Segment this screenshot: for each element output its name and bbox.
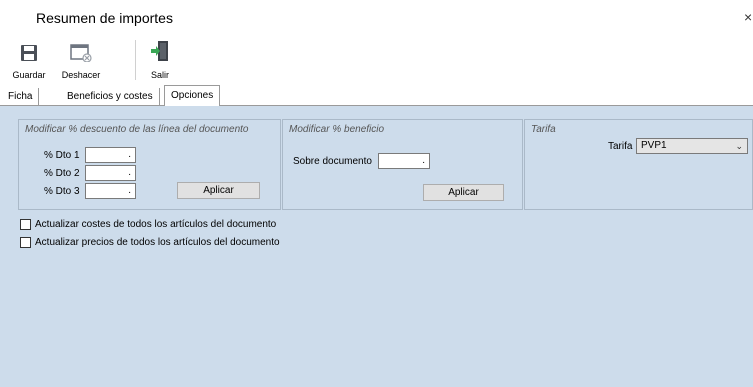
sobre-documento-label: Sobre documento <box>293 156 372 167</box>
tarifa-selected-value: PVP1 <box>641 140 667 151</box>
tab-beneficios-y-costes[interactable]: Beneficios y costes <box>61 88 160 106</box>
dto2-input[interactable]: . <box>85 165 136 181</box>
update-costs-checkbox-row[interactable]: Actualizar costes de todos los artículos… <box>20 219 276 230</box>
discount-group-title: Modificar % descuento de las línea del d… <box>25 124 249 135</box>
save-icon <box>8 40 50 62</box>
options-panel: Modificar % descuento de las línea del d… <box>0 106 753 387</box>
close-icon[interactable]: × <box>744 9 753 25</box>
tab-ficha[interactable]: Ficha <box>2 88 40 106</box>
toolbar: Guardar Deshacer Salir <box>0 34 753 86</box>
update-prices-checkbox-row[interactable]: Actualizar precios de todos los artículo… <box>20 237 280 248</box>
toolbar-separator <box>135 40 136 80</box>
save-button[interactable]: Guardar <box>8 40 50 80</box>
save-label: Guardar <box>12 70 46 80</box>
profit-group-title: Modificar % beneficio <box>289 124 385 135</box>
exit-icon <box>142 40 178 62</box>
dto2-label: % Dto 2 <box>44 168 80 179</box>
tariff-group-title: Tarifa <box>531 124 556 135</box>
window-title: Resumen de importes <box>36 10 173 26</box>
tab-bar: Ficha Beneficios y costes Opciones <box>0 85 753 107</box>
update-costs-checkbox[interactable] <box>20 219 31 230</box>
update-prices-label: Actualizar precios de todos los artículo… <box>35 237 280 248</box>
chevron-down-icon: ⌄ <box>735 141 743 151</box>
exit-label: Salir <box>150 70 169 80</box>
undo-label: Deshacer <box>61 70 101 80</box>
dto3-input[interactable]: . <box>85 183 136 199</box>
dto3-label: % Dto 3 <box>44 186 80 197</box>
dto1-input[interactable]: . <box>85 147 136 163</box>
tab-opciones[interactable]: Opciones <box>164 85 221 107</box>
title-bar: Resumen de importes × <box>0 0 753 34</box>
apply-profit-button[interactable]: Aplicar <box>423 184 504 201</box>
dto1-label: % Dto 1 <box>44 150 80 161</box>
undo-button[interactable]: Deshacer <box>55 40 107 80</box>
exit-button[interactable]: Salir <box>142 40 178 80</box>
tarifa-select[interactable]: PVP1 ⌄ <box>636 138 748 154</box>
discount-group: Modificar % descuento de las línea del d… <box>18 119 281 210</box>
sobre-documento-input[interactable]: . <box>378 153 430 169</box>
update-costs-label: Actualizar costes de todos los artículos… <box>35 219 277 230</box>
update-prices-checkbox[interactable] <box>20 237 31 248</box>
tarifa-label: Tarifa <box>608 141 633 152</box>
apply-discount-button[interactable]: Aplicar <box>177 182 260 199</box>
tariff-group: Tarifa Tarifa PVP1 ⌄ <box>524 119 753 210</box>
undo-icon <box>55 40 107 62</box>
profit-group: Modificar % beneficio Sobre documento . … <box>282 119 523 210</box>
